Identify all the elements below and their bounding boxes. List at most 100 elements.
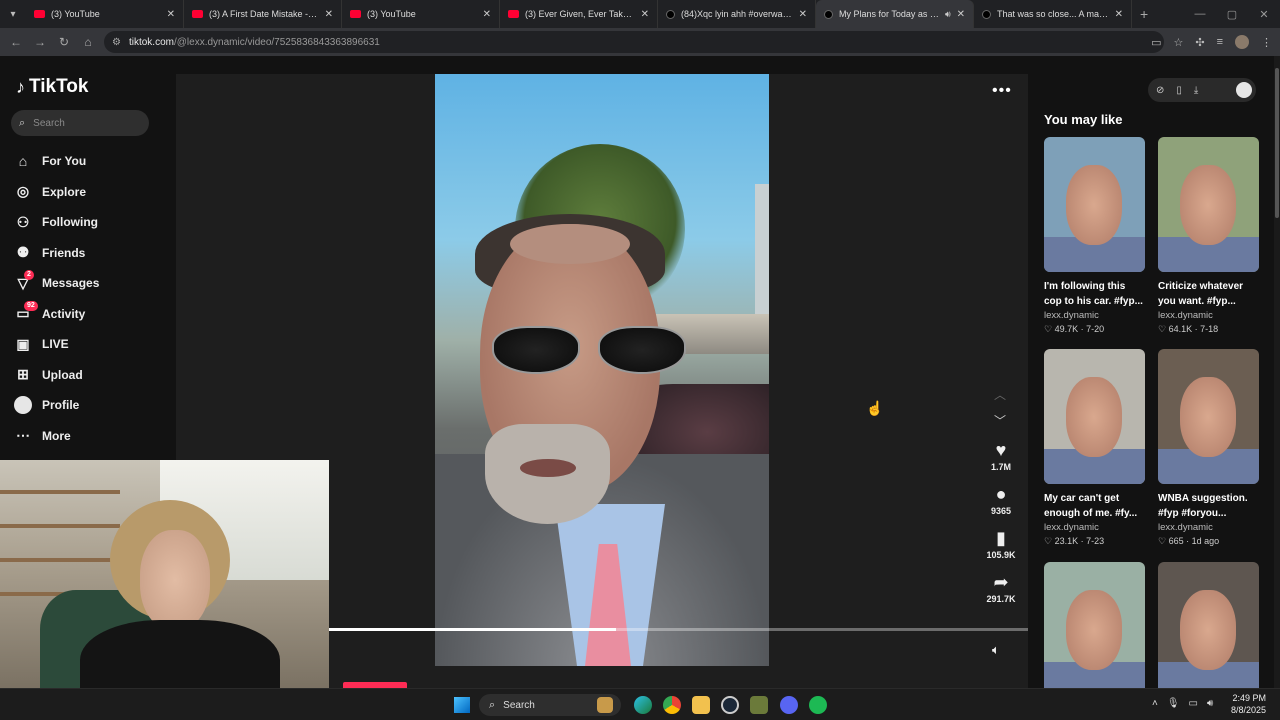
forward-icon[interactable]: →: [28, 35, 52, 49]
app-icon[interactable]: [750, 696, 768, 714]
video-player[interactable]: [435, 74, 769, 666]
comment-button[interactable]: ● 9365: [980, 484, 1022, 516]
next-video-icon[interactable]: ﹀: [994, 412, 1006, 429]
widget-cat-icon[interactable]: [597, 697, 613, 713]
file-explorer-icon[interactable]: [692, 696, 710, 714]
video-progress-fill: [329, 628, 616, 631]
share-button[interactable]: ➦ 291.7K: [980, 572, 1022, 604]
close-window-icon[interactable]: ✕: [1248, 8, 1280, 21]
sidebar-item-label: LIVE: [42, 337, 69, 352]
edge-icon[interactable]: [634, 696, 652, 714]
recommended-video-card[interactable]: [1158, 562, 1259, 697]
recommended-video-card[interactable]: I'm following this cop to his car. #fyp.…: [1044, 137, 1145, 335]
tab-close-icon[interactable]: ✕: [483, 9, 491, 20]
sidebar-item-upload[interactable]: ⊞ Upload: [14, 360, 174, 391]
video-thumbnail[interactable]: [1044, 137, 1145, 272]
browser-menu-icon[interactable]: ⋮: [1261, 36, 1272, 49]
chrome-icon[interactable]: [663, 696, 681, 714]
sidebar-item-activity[interactable]: ▭ 92 Activity: [14, 299, 174, 330]
card-title[interactable]: Criticize whatever you want. #fyp...: [1158, 279, 1259, 309]
recommended-video-card[interactable]: [1044, 562, 1145, 697]
tiktok-icon: [824, 9, 833, 19]
recommended-video-card[interactable]: WNBA suggestion. #fyp #foryou... lexx.dyn…: [1158, 349, 1259, 547]
card-author[interactable]: lexx.dynamic: [1158, 310, 1259, 321]
new-tab-icon[interactable]: +: [1140, 6, 1148, 22]
download-icon[interactable]: ⤓: [1194, 85, 1198, 96]
browser-tab[interactable]: (3) Ever Given, Ever Taken Away ✕: [500, 0, 658, 28]
sidebar-item-for-you[interactable]: ⌂ For You: [14, 146, 174, 177]
tiktok-icon: [982, 9, 991, 19]
video-thumbnail[interactable]: [1158, 137, 1259, 272]
sidebar-item-explore[interactable]: ◎ Explore: [14, 177, 174, 208]
video-thumbnail[interactable]: [1044, 562, 1145, 697]
minimize-icon[interactable]: —: [1184, 8, 1216, 20]
sidebar-item-profile[interactable]: Profile: [14, 390, 174, 421]
recommended-video-card[interactable]: My car can't get enough of me. #fy... lex…: [1044, 349, 1145, 547]
video-thumbnail[interactable]: [1044, 349, 1145, 484]
volume-icon[interactable]: 🔈︎: [992, 642, 1000, 658]
sidebar-item-live[interactable]: ▣ LIVE: [14, 329, 174, 360]
card-title[interactable]: I'm following this cop to his car. #fyp.…: [1044, 279, 1145, 309]
browser-tab[interactable]: (84)Xqc lyin ahh #overwatch # ✕: [658, 0, 816, 28]
steam-icon[interactable]: [721, 696, 739, 714]
browser-tab[interactable]: (3) YouTube ✕: [26, 0, 184, 28]
sidebar-item-more[interactable]: ⋯ More: [14, 421, 174, 452]
like-button[interactable]: ♥ 1.7M: [980, 440, 1022, 472]
video-thumbnail[interactable]: [1158, 349, 1259, 484]
browser-tab[interactable]: That was so close... A man very ✕: [974, 0, 1132, 28]
extensions-icon[interactable]: ✣: [1195, 36, 1204, 49]
sidebar-item-following[interactable]: ⚇ Following: [14, 207, 174, 238]
tab-close-icon[interactable]: ✕: [167, 9, 175, 20]
spotify-icon[interactable]: [809, 696, 827, 714]
media-controls-icon[interactable]: ≡: [1217, 36, 1223, 48]
previous-video-icon[interactable]: ︿: [994, 386, 1006, 403]
tiktok-logo[interactable]: ♪ TikTok: [16, 76, 88, 98]
reload-icon[interactable]: ↻: [52, 35, 76, 49]
windows-start-icon[interactable]: [454, 697, 470, 713]
card-likes: 49.7K: [1054, 324, 1079, 334]
card-date: 7-18: [1200, 324, 1219, 334]
tab-audio-icon[interactable]: 🔊︎: [945, 9, 951, 20]
system-tray[interactable]: ˄🎙︎▭🔊︎: [1152, 698, 1222, 709]
discord-icon[interactable]: [780, 696, 798, 714]
browser-profile-avatar[interactable]: [1235, 35, 1249, 49]
tab-close-icon[interactable]: ✕: [325, 9, 333, 20]
card-author[interactable]: lexx.dynamic: [1044, 310, 1145, 321]
bookmark-star-icon[interactable]: ☆: [1173, 36, 1183, 49]
tab-search-icon[interactable]: ▾: [0, 0, 26, 28]
card-title[interactable]: WNBA suggestion. #fyp #foryou...: [1158, 491, 1259, 521]
browser-tab[interactable]: (3) A First Date Mistake - YouTube ✕: [184, 0, 342, 28]
tab-close-icon[interactable]: ✕: [641, 9, 649, 20]
video-thumbnail[interactable]: [1158, 562, 1259, 697]
scrollbar-thumb[interactable]: [1275, 68, 1279, 218]
compass-small-icon[interactable]: ⊘: [1156, 85, 1164, 96]
tab-close-icon[interactable]: ✕: [957, 9, 965, 20]
tab-close-icon[interactable]: ✕: [1115, 9, 1123, 20]
card-author[interactable]: lexx.dynamic: [1158, 522, 1259, 533]
back-icon[interactable]: ←: [4, 35, 28, 49]
card-author[interactable]: lexx.dynamic: [1044, 522, 1145, 533]
device-icon[interactable]: ▯: [1176, 85, 1182, 96]
card-title[interactable]: My car can't get enough of me. #fy...: [1044, 491, 1145, 521]
sidebar-item-messages[interactable]: ▽ 2 Messages: [14, 268, 174, 299]
browser-tab[interactable]: (3) YouTube ✕: [342, 0, 500, 28]
tiktok-icon: [666, 9, 675, 19]
address-bar[interactable]: ⚙ tiktok.com/@lexx.dynamic/video/7525836…: [104, 31, 1164, 53]
taskbar-clock[interactable]: 2:49 PM 8/8/2025: [1231, 692, 1266, 716]
maximize-icon[interactable]: ▢: [1216, 8, 1248, 21]
cast-icon[interactable]: ▭: [1151, 36, 1161, 49]
sidebar-item-friends[interactable]: ⚉ Friends: [14, 238, 174, 269]
account-avatar[interactable]: [1236, 82, 1252, 98]
page-scrollbar[interactable]: [1274, 56, 1280, 688]
site-info-icon[interactable]: ⚙: [112, 37, 121, 48]
tab-close-icon[interactable]: ✕: [799, 9, 807, 20]
search-input[interactable]: ⌕ Search: [11, 110, 149, 136]
thumbnail-face: [1180, 377, 1236, 457]
home-icon[interactable]: ⌂: [76, 35, 100, 49]
browser-tab[interactable]: My Plans for Today as a Lawyer 🔊︎ ✕: [816, 0, 974, 28]
bookmark-button[interactable]: ▮ 105.9K: [980, 528, 1022, 560]
window-controls: — ▢ ✕: [1184, 0, 1280, 28]
video-progress-bar[interactable]: [329, 628, 1028, 631]
more-options-icon[interactable]: •••: [992, 82, 1012, 100]
recommended-video-card[interactable]: Criticize whatever you want. #fyp... lexx…: [1158, 137, 1259, 335]
